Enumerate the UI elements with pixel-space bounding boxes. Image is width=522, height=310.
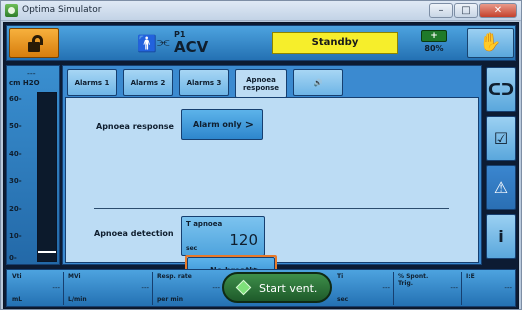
lock-button[interactable] [9,28,59,58]
apnoea-response-button[interactable]: Alarm only > [181,109,263,140]
resp-rate-value: --- [212,284,220,292]
ti-unit: sec [337,296,349,303]
vti-label: Vti [12,273,22,280]
spont-trig-value: --- [450,284,458,292]
lock-icon [28,42,40,52]
pressure-tick: 50- [9,122,22,130]
start-ventilation-button[interactable]: Start vent. [222,272,332,303]
pressure-gauge [37,92,57,262]
vti-value: --- [52,284,60,292]
info-button[interactable]: i [486,214,516,259]
t-apnoea-label: T apnoea [186,220,223,228]
alarm-settings-panel: Alarms 1 Alarms 2 Alarms 3 Apnoea respon… [62,65,482,287]
pressure-bar: --- cm H2O 60- 50- 40- 30- 20- 10- 0- [6,65,60,265]
battery-indicator: + 80% [413,29,455,57]
speaker-icon: 🔊 [313,78,323,87]
maximize-button[interactable]: □ [454,3,478,18]
apnoea-detection-label: Apnoea detection [94,229,174,238]
tab-alarms-1[interactable]: Alarms 1 [67,69,117,96]
info-icon: i [498,227,504,246]
pressure-unit: cm H2O [9,79,40,87]
t-apnoea-unit: sec [186,245,198,252]
tab-sound[interactable]: 🔊 [293,69,343,96]
tab-apnoea-response[interactable]: Apnoea response [235,69,287,98]
apnoea-response-value: Alarm only [193,120,242,129]
mvi-cell: MVi --- L/min [65,272,153,305]
lungs-icon: ᑕᑐ [487,80,515,99]
close-button[interactable]: ✕ [479,3,517,18]
spont-trig-cell: % Spont. Trig. --- [395,272,462,305]
chevron-right-icon: > [244,118,254,131]
pressure-value: --- [27,69,36,78]
t-apnoea-field[interactable]: T apnoea sec 120 [181,216,265,256]
ti-value: --- [382,284,390,292]
pressure-tick: 0- [9,254,17,262]
pressure-tick: 30- [9,177,22,185]
spont-trig-label: % Spont. Trig. [398,273,429,287]
t-apnoea-value: 120 [229,231,258,249]
mvi-unit: L/min [68,296,87,303]
alarm-button[interactable]: ⚠ [486,165,516,210]
ti-label: Ti [337,273,344,280]
ventilator-screen: 🚹 ⫘ P1 ACV Standby + 80% ✋ --- cm H2O 60… [3,22,519,309]
hand-stop-button[interactable]: ✋ [467,28,514,58]
top-status-bar: 🚹 ⫘ P1 ACV Standby + 80% ✋ [6,25,516,61]
mvi-label: MVi [68,273,81,280]
window-controls: – □ ✕ [429,3,517,18]
minimize-button[interactable]: – [429,3,453,18]
tab-alarms-2[interactable]: Alarms 2 [123,69,173,96]
ventilation-mode[interactable]: ACV [174,38,208,56]
battery-icon: + [421,30,447,42]
resp-rate-label: Resp. rate [157,273,192,280]
ti-cell: Ti --- sec [334,272,394,305]
apnoea-response-label: Apnoea response [96,122,174,131]
alarm-bell-icon: ⚠ [493,178,509,197]
monitoring-bar: Vti --- mL MVi --- L/min Resp. rate --- … [6,269,516,307]
circuit-icon: ⫘ [157,34,170,50]
pressure-tick: 10- [9,232,22,240]
pressure-marker [38,251,56,253]
tab-alarms-3[interactable]: Alarms 3 [179,69,229,96]
vti-cell: Vti --- mL [9,272,64,305]
ie-ratio-label: I:E [466,273,475,280]
section-divider [94,208,449,209]
start-icon [235,279,252,296]
pressure-tick: 60- [9,95,22,103]
patient-icon: 🚹 [137,34,157,53]
app-icon [5,4,18,17]
lungs-button[interactable]: ᑕᑐ [486,67,516,112]
mvi-value: --- [141,284,149,292]
battery-percent: 80% [424,44,444,53]
tab-bar: Alarms 1 Alarms 2 Alarms 3 Apnoea respon… [63,66,481,98]
window-title: Optima Simulator [22,5,102,15]
start-ventilation-label: Start vent. [259,282,318,295]
checklist-icon: ☑ [493,129,509,148]
resp-rate-unit: per min [157,296,183,303]
ie-ratio-cell: I:E --- [463,272,515,305]
pressure-tick: 20- [9,205,22,213]
ie-ratio-value: --- [504,284,512,292]
simulator-window: Optima Simulator – □ ✕ 🚹 ⫘ P1 ACV Standb… [0,0,522,310]
checklist-button[interactable]: ☑ [486,116,516,161]
apnoea-settings: Apnoea response Alarm only > Apnoea dete… [65,97,479,287]
vti-unit: mL [12,296,23,303]
title-bar[interactable]: Optima Simulator – □ ✕ [1,1,521,21]
status-message: Standby [272,32,398,54]
right-sidebar: ᑕᑐ ☑ ⚠ i [486,65,516,265]
resp-rate-cell: Resp. rate --- per min [154,272,220,305]
pressure-tick: 40- [9,150,22,158]
